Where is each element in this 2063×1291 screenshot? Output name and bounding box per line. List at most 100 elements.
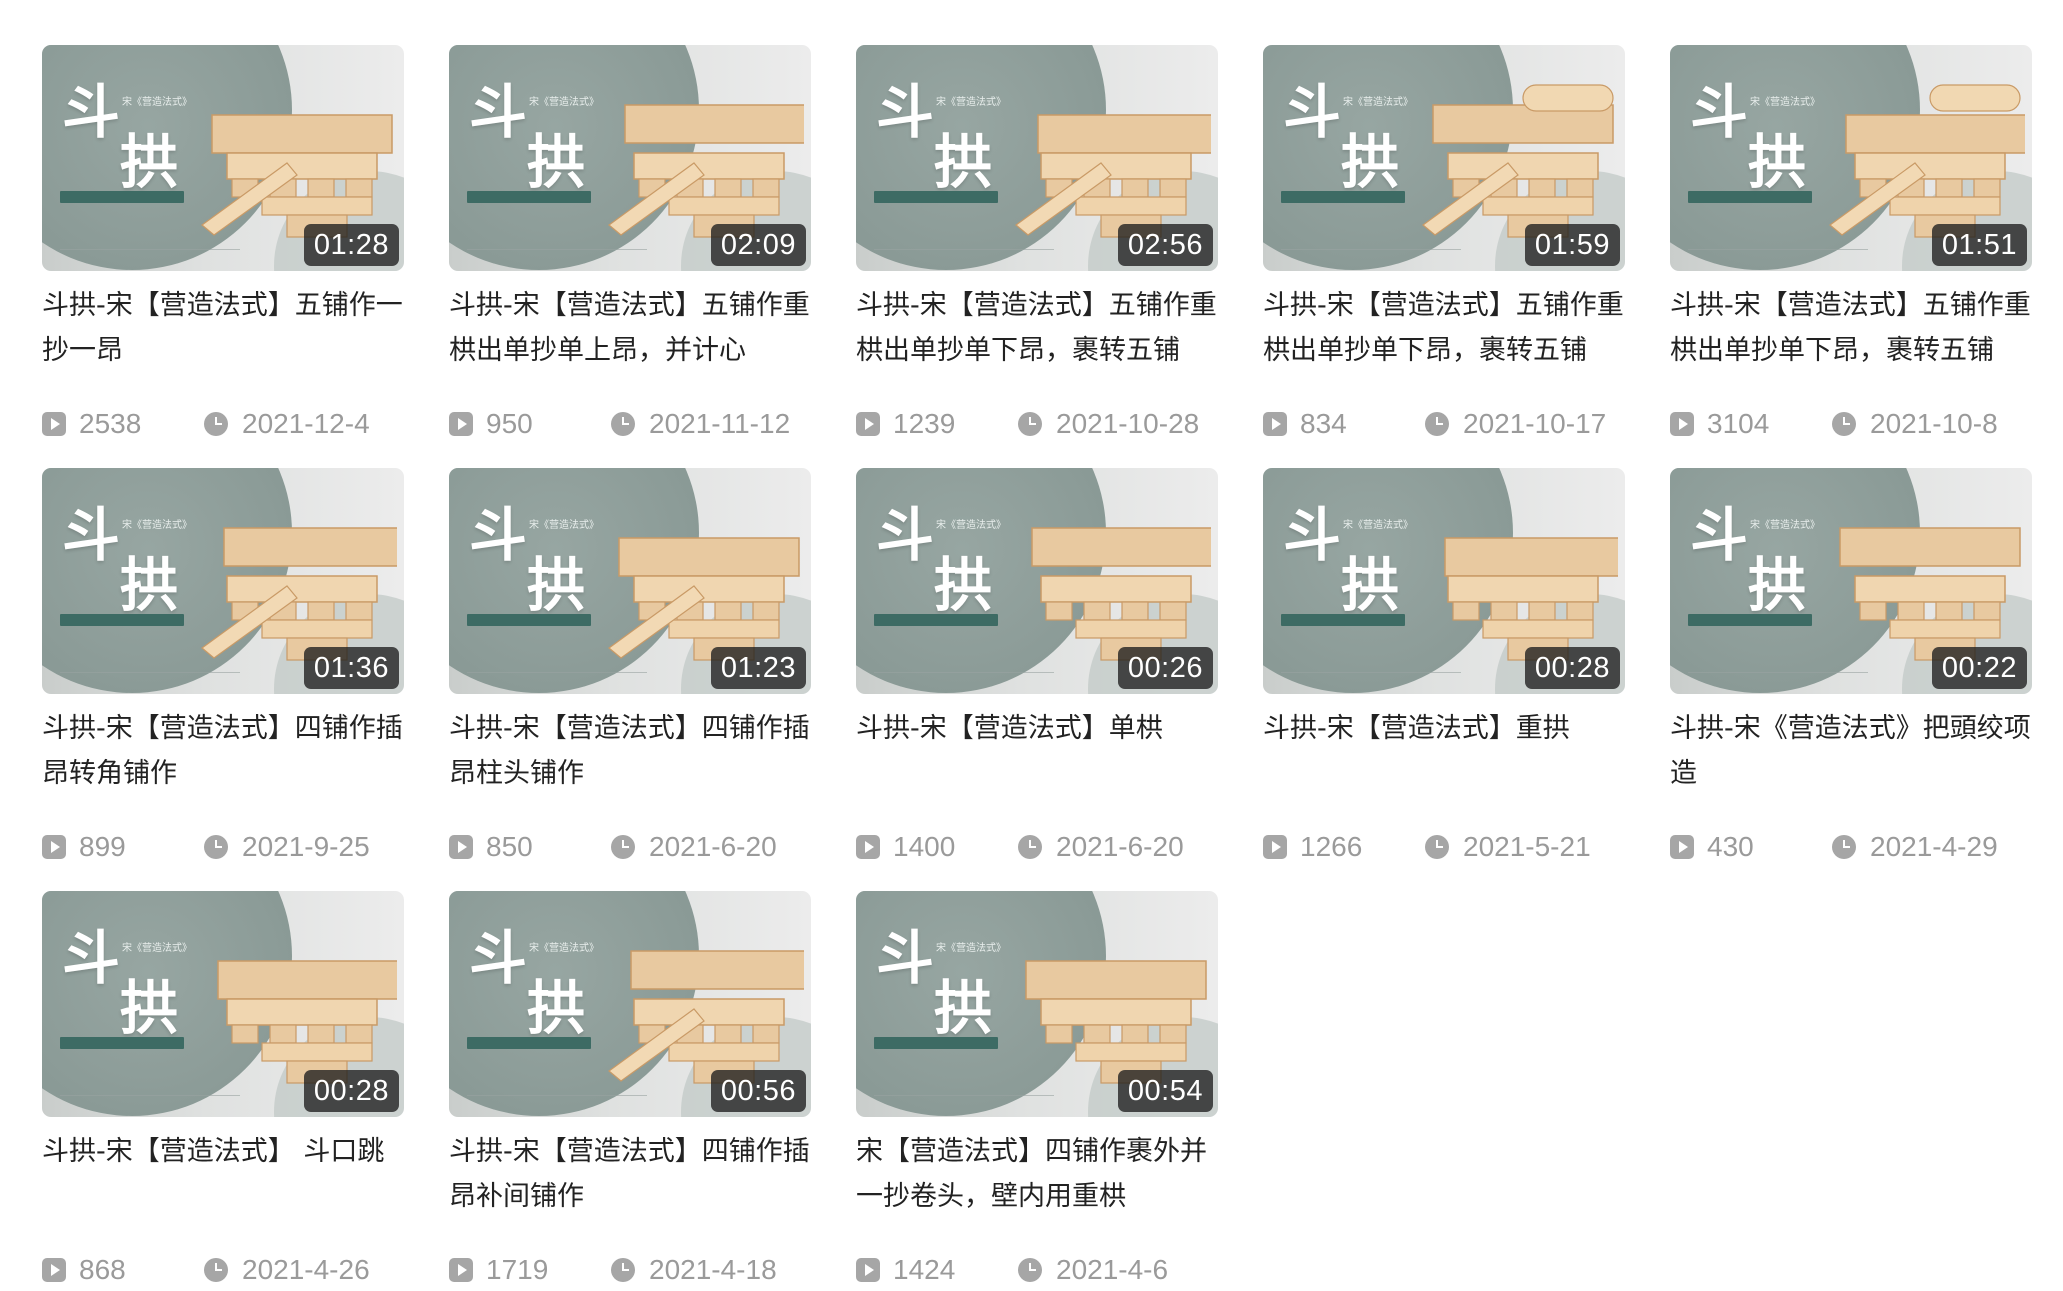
video-thumbnail[interactable]: 斗 拱 宋《营造法式》 00:28 xyxy=(42,891,404,1117)
video-title[interactable]: 斗拱-宋【营造法式】五铺作重栱出单抄单下昂，裹转五铺 xyxy=(1670,283,2040,379)
upload-date: 2021-6-20 xyxy=(649,831,777,862)
video-title[interactable]: 斗拱-宋【营造法式】五铺作重栱出单抄单下昂，裹转五铺 xyxy=(856,283,1226,379)
dougong-model-illustration xyxy=(608,537,800,661)
dougong-model-illustration xyxy=(201,114,393,238)
video-title[interactable]: 斗拱-宋【营造法式】 斗口跳 xyxy=(42,1129,412,1225)
video-title[interactable]: 斗拱-宋【营造法式】五铺作重栱出单抄单下昂，裹转五铺 xyxy=(1263,283,1633,379)
thumbnail-subtitle: 宋《营造法式》 xyxy=(529,520,599,531)
video-thumbnail[interactable]: 斗 拱 宋《营造法式》 01:36 xyxy=(42,468,404,694)
video-title[interactable]: 宋【营造法式】四铺作裹外并一抄卷头，壁内用重栱 xyxy=(856,1129,1226,1225)
video-duration: 01:59 xyxy=(1524,224,1620,266)
thumbnail-title-char: 斗 xyxy=(62,924,121,992)
upload-date: 2021-10-8 xyxy=(1870,408,1998,439)
video-thumbnail[interactable]: 斗 拱 宋《营造法式》 01:28 xyxy=(42,45,404,271)
play-icon xyxy=(1670,835,1694,859)
thumbnail-title-char: 拱 xyxy=(1748,128,1807,196)
thumbnail-label-band xyxy=(467,1037,591,1049)
thumbnail-title-char: 拱 xyxy=(120,128,179,196)
play-icon xyxy=(856,1258,880,1282)
video-title[interactable]: 斗拱-宋【营造法式】四铺作插昂补间铺作 xyxy=(449,1129,819,1225)
thumbnail-title-char: 斗 xyxy=(469,924,528,992)
thumbnail-subtitle: 宋《营造法式》 xyxy=(1750,97,1820,108)
upload-date: 2021-11-12 xyxy=(649,408,791,439)
view-count: 2538 xyxy=(79,408,142,439)
thumbnail-footer-line xyxy=(467,249,647,250)
video-thumbnail[interactable]: 斗 拱 宋《营造法式》 00:28 xyxy=(1263,468,1625,694)
video-stats: 1719 2021-4-18 xyxy=(449,1251,819,1291)
thumbnail-title-char: 斗 xyxy=(876,924,935,992)
thumbnail-footer-line xyxy=(1688,249,1868,250)
video-card[interactable]: 斗 拱 宋《营造法式》 01:28 斗拱-宋【营造法式】五铺作一抄一昂 2538… xyxy=(42,45,404,445)
video-thumbnail[interactable]: 斗 拱 宋《营造法式》 00:54 xyxy=(856,891,1218,1117)
thumbnail-label-band xyxy=(467,191,591,203)
thumbnail-subtitle: 宋《营造法式》 xyxy=(122,97,192,108)
thumbnail-label-band xyxy=(1281,191,1405,203)
thumbnail-footer-line xyxy=(467,1095,647,1096)
thumbnail-footer-line xyxy=(874,672,1054,673)
thumbnail-footer-line xyxy=(1281,249,1461,250)
video-title[interactable]: 斗拱-宋【营造法式】四铺作插昂转角铺作 xyxy=(42,706,412,802)
video-card[interactable]: 斗 拱 宋《营造法式》 02:56 斗拱-宋【营造法式】五铺作重栱出单抄单下昂，… xyxy=(856,45,1218,445)
clock-icon xyxy=(611,835,635,859)
view-count: 1400 xyxy=(893,831,956,862)
dougong-model-illustration xyxy=(1839,527,2021,661)
thumbnail-label-band xyxy=(60,1037,184,1049)
video-thumbnail[interactable]: 斗 拱 宋《营造法式》 00:56 xyxy=(449,891,811,1117)
dougong-model-illustration xyxy=(201,527,397,661)
thumbnail-title-char: 拱 xyxy=(527,551,586,619)
thumbnail-title-char: 斗 xyxy=(876,78,935,146)
video-thumbnail[interactable]: 斗 拱 宋《营造法式》 00:26 xyxy=(856,468,1218,694)
video-title[interactable]: 斗拱-宋【营造法式】五铺作一抄一昂 xyxy=(42,283,412,379)
play-icon xyxy=(42,412,66,436)
thumbnail-footer-line xyxy=(874,1095,1054,1096)
video-card[interactable]: 斗 拱 宋《营造法式》 00:54 宋【营造法式】四铺作裹外并一抄卷头，壁内用重… xyxy=(856,891,1218,1291)
video-duration: 00:22 xyxy=(1931,647,2027,689)
video-duration: 01:23 xyxy=(710,647,806,689)
video-duration: 00:28 xyxy=(1524,647,1620,689)
view-count: 1424 xyxy=(893,1254,956,1285)
upload-date: 2021-4-26 xyxy=(242,1254,370,1285)
dougong-model-illustration xyxy=(608,104,804,238)
view-count: 950 xyxy=(486,408,533,439)
video-thumbnail[interactable]: 斗 拱 宋《营造法式》 02:56 xyxy=(856,45,1218,271)
video-stats: 1266 2021-5-21 xyxy=(1263,828,1633,868)
video-title[interactable]: 斗拱-宋【营造法式】单栱 xyxy=(856,706,1226,802)
video-card[interactable]: 斗 拱 宋《营造法式》 00:26 斗拱-宋【营造法式】单栱 1400 2021… xyxy=(856,468,1218,868)
thumbnail-label-band xyxy=(467,614,591,626)
video-card[interactable]: 斗 拱 宋《营造法式》 00:22 斗拱-宋《营造法式》把頭绞项造 430 20… xyxy=(1670,468,2032,868)
video-card[interactable]: 斗 拱 宋《营造法式》 02:09 斗拱-宋【营造法式】五铺作重栱出单抄单上昂，… xyxy=(449,45,811,445)
thumbnail-title-char: 斗 xyxy=(469,78,528,146)
thumbnail-footer-line xyxy=(1281,672,1461,673)
video-card[interactable]: 斗 拱 宋《营造法式》 01:59 斗拱-宋【营造法式】五铺作重栱出单抄单下昂，… xyxy=(1263,45,1625,445)
upload-date: 2021-10-17 xyxy=(1463,408,1607,439)
clock-icon xyxy=(204,835,228,859)
video-card[interactable]: 斗 拱 宋《营造法式》 01:36 斗拱-宋【营造法式】四铺作插昂转角铺作 89… xyxy=(42,468,404,868)
video-title[interactable]: 斗拱-宋【营造法式】四铺作插昂柱头铺作 xyxy=(449,706,819,802)
dougong-model-illustration xyxy=(608,950,804,1084)
video-thumbnail[interactable]: 斗 拱 宋《营造法式》 01:23 xyxy=(449,468,811,694)
video-title[interactable]: 斗拱-宋【营造法式】重拱 xyxy=(1263,706,1633,802)
video-title[interactable]: 斗拱-宋《营造法式》把頭绞项造 xyxy=(1670,706,2040,802)
video-card[interactable]: 斗 拱 宋《营造法式》 01:51 斗拱-宋【营造法式】五铺作重栱出单抄单下昂，… xyxy=(1670,45,2032,445)
thumbnail-label-band xyxy=(1688,191,1812,203)
play-icon xyxy=(42,1258,66,1282)
thumbnail-label-band xyxy=(1281,614,1405,626)
video-card[interactable]: 斗 拱 宋《营造法式》 01:23 斗拱-宋【营造法式】四铺作插昂柱头铺作 85… xyxy=(449,468,811,868)
thumbnail-subtitle: 宋《营造法式》 xyxy=(1343,97,1413,108)
video-card[interactable]: 斗 拱 宋《营造法式》 00:56 斗拱-宋【营造法式】四铺作插昂补间铺作 17… xyxy=(449,891,811,1291)
video-thumbnail[interactable]: 斗 拱 宋《营造法式》 01:59 xyxy=(1263,45,1625,271)
thumbnail-title-char: 拱 xyxy=(1748,551,1807,619)
play-icon xyxy=(42,835,66,859)
thumbnail-label-band xyxy=(874,191,998,203)
video-thumbnail[interactable]: 斗 拱 宋《营造法式》 02:09 xyxy=(449,45,811,271)
video-thumbnail[interactable]: 斗 拱 宋《营造法式》 00:22 xyxy=(1670,468,2032,694)
view-count: 1719 xyxy=(486,1254,549,1285)
dougong-model-illustration xyxy=(1829,84,2025,238)
video-duration: 02:56 xyxy=(1117,224,1213,266)
video-card[interactable]: 斗 拱 宋《营造法式》 00:28 斗拱-宋【营造法式】 斗口跳 868 202… xyxy=(42,891,404,1291)
thumbnail-title-char: 斗 xyxy=(1283,501,1342,569)
video-card[interactable]: 斗 拱 宋《营造法式》 00:28 斗拱-宋【营造法式】重拱 1266 2021… xyxy=(1263,468,1625,868)
thumbnail-footer-line xyxy=(874,249,1054,250)
video-thumbnail[interactable]: 斗 拱 宋《营造法式》 01:51 xyxy=(1670,45,2032,271)
video-title[interactable]: 斗拱-宋【营造法式】五铺作重栱出单抄单上昂，并计心 xyxy=(449,283,819,379)
